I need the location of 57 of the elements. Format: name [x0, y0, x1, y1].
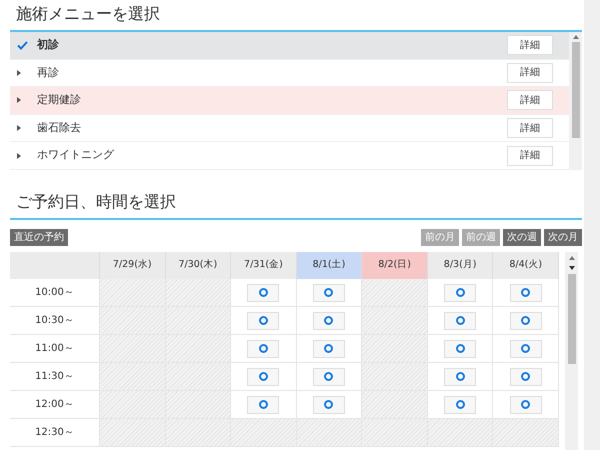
day-header: 7/31(金) — [231, 252, 297, 279]
detail-button[interactable]: 詳細 — [507, 90, 553, 110]
menu-label: ホワイトニング — [37, 147, 114, 164]
detail-button[interactable]: 詳細 — [507, 146, 553, 166]
available-slot-button[interactable] — [444, 284, 476, 302]
section-title: 施術メニューを選択 — [15, 3, 160, 25]
table-scrollbar[interactable] — [565, 252, 578, 450]
detail-button[interactable]: 詳細 — [507, 62, 553, 83]
available-slot-button[interactable] — [510, 368, 542, 386]
available-slot-button[interactable] — [312, 340, 345, 358]
available-slot-button[interactable] — [312, 396, 345, 414]
available-slot-button[interactable] — [510, 396, 542, 414]
caret-icon — [17, 152, 21, 159]
menu-label: 再診 — [37, 64, 59, 81]
available-slot-button[interactable] — [444, 368, 476, 386]
day-header: 8/2(日) — [362, 252, 428, 279]
available-slot-button[interactable] — [444, 396, 476, 414]
caret-icon — [17, 97, 21, 104]
detail-button[interactable]: 詳細 — [507, 118, 553, 138]
scrollbar-thumb[interactable] — [572, 42, 580, 138]
scroll-up-icon[interactable] — [568, 256, 574, 260]
available-slot-button[interactable] — [312, 368, 345, 386]
day-header: 7/29(水) — [100, 252, 166, 279]
section-title: ご予約日、時間を選択 — [15, 191, 176, 213]
available-slot-button[interactable] — [444, 312, 476, 330]
day-header: 8/3(月) — [428, 252, 494, 279]
list-scrollbar[interactable] — [569, 32, 582, 170]
scroll-up-icon[interactable] — [572, 35, 578, 39]
menu-row[interactable]: 再診 詳細 — [10, 60, 569, 88]
caret-icon — [17, 125, 21, 132]
available-slot-button[interactable] — [247, 368, 280, 386]
day-header: 8/1(土) — [296, 252, 362, 279]
available-slot-button[interactable] — [510, 312, 542, 330]
day-header: 8/4(火) — [493, 252, 560, 279]
menu-row[interactable]: 初診 詳細 — [10, 32, 569, 60]
available-slot-button[interactable] — [247, 312, 280, 330]
available-slot-button[interactable] — [510, 340, 542, 358]
available-slot-button[interactable] — [247, 284, 280, 302]
available-slot-button[interactable] — [312, 312, 345, 330]
available-slot-button[interactable] — [247, 340, 280, 358]
scrollbar-thumb[interactable] — [568, 274, 576, 364]
menu-label: 歯石除去 — [37, 120, 81, 136]
available-slot-button[interactable] — [510, 284, 542, 302]
caret-icon — [17, 70, 21, 76]
available-slot-button[interactable] — [444, 340, 476, 358]
day-header: 7/30(木) — [166, 252, 232, 279]
scroll-down-icon[interactable] — [568, 266, 574, 270]
nearest-booking-button[interactable]: 直近の予約 — [10, 229, 68, 246]
menu-label: 定期健診 — [37, 92, 81, 108]
menu-label: 初診 — [37, 37, 59, 54]
available-slot-button[interactable] — [312, 284, 345, 302]
available-slot-button[interactable] — [247, 396, 280, 414]
menu-row[interactable]: 定期健診 詳細 — [10, 87, 569, 115]
nav-button[interactable]: 次の月 — [544, 229, 582, 246]
nav-button[interactable]: 次の週 — [503, 229, 541, 246]
check-icon — [17, 40, 28, 50]
detail-button[interactable]: 詳細 — [507, 35, 553, 56]
